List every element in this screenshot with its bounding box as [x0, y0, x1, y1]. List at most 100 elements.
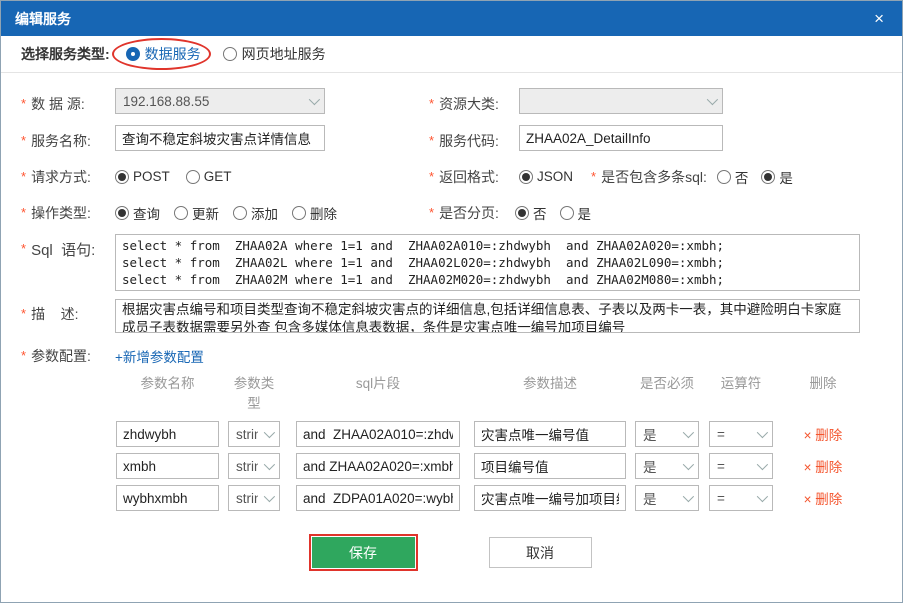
delete-param-link[interactable]: × 删除 — [804, 428, 843, 443]
required-mark: * — [429, 94, 434, 111]
required-mark: * — [591, 167, 596, 184]
cancel-button[interactable]: 取消 — [489, 537, 592, 568]
chevron-down-icon — [683, 427, 694, 438]
radio-unchecked-icon — [292, 206, 306, 220]
paging-label: 是否分页: — [439, 203, 499, 223]
param-name-input[interactable] — [116, 453, 219, 479]
radio-multisql-no-label: 否 — [735, 167, 749, 187]
radio-multisql-no[interactable]: 否 — [717, 167, 749, 187]
close-icon[interactable]: × — [870, 8, 888, 29]
dialog-titlebar: 编辑服务 × — [1, 1, 902, 36]
header-sql-fragment: sql片段 — [296, 372, 460, 412]
service-type-row: 选择服务类型: 数据服务 网页地址服务 — [1, 36, 902, 73]
param-table: 参数名称 参数类型 sql片段 参数描述 是否必须 运算符 删除 string … — [116, 372, 882, 511]
radio-data-service-wrap: 数据服务 — [126, 44, 201, 64]
required-mark: * — [21, 239, 26, 256]
delete-param-link[interactable]: × 删除 — [804, 492, 843, 507]
param-type-select[interactable]: string — [228, 485, 280, 511]
radio-unchecked-icon — [560, 206, 574, 220]
sql-fragment-input[interactable] — [296, 485, 460, 511]
chevron-down-icon — [309, 94, 320, 105]
resource-category-select[interactable] — [519, 88, 723, 114]
radio-op-add[interactable]: 添加 — [233, 203, 278, 223]
required-select[interactable]: 是 — [635, 421, 699, 447]
button-row: 保存 取消 — [21, 537, 882, 568]
param-desc-input[interactable] — [474, 485, 626, 511]
radio-checked-icon — [519, 170, 533, 184]
required-mark: * — [21, 94, 26, 111]
required-mark: * — [21, 304, 26, 321]
radio-web-service[interactable]: 网页地址服务 — [223, 44, 326, 64]
chevron-down-icon — [757, 459, 768, 470]
param-row: string 是 = × 删除 — [116, 421, 882, 447]
radio-paging-no-label: 否 — [533, 203, 547, 223]
radio-op-delete-label: 删除 — [310, 203, 337, 223]
header-param-name: 参数名称 — [116, 372, 219, 412]
header-operator: 运算符 — [709, 372, 773, 412]
radio-unchecked-icon — [174, 206, 188, 220]
data-source-select[interactable]: 192.168.88.55 — [115, 88, 325, 114]
radio-op-delete[interactable]: 删除 — [292, 203, 337, 223]
radio-data-service[interactable]: 数据服务 — [126, 44, 201, 64]
radio-multisql-yes[interactable]: 是 — [761, 167, 793, 187]
request-method-label: 请求方式: — [31, 167, 91, 187]
param-name-input[interactable] — [116, 421, 219, 447]
radio-checked-icon — [126, 47, 140, 61]
param-table-header: 参数名称 参数类型 sql片段 参数描述 是否必须 运算符 删除 — [116, 372, 882, 412]
chevron-down-icon — [707, 94, 718, 105]
radio-paging-no[interactable]: 否 — [515, 203, 547, 223]
radio-op-add-label: 添加 — [251, 203, 278, 223]
param-name-input[interactable] — [116, 485, 219, 511]
return-format-label: 返回格式: — [439, 167, 499, 187]
radio-op-query[interactable]: 查询 — [115, 203, 160, 223]
service-code-input[interactable] — [519, 125, 723, 151]
param-config-label: 参数配置: — [31, 346, 91, 366]
description-textarea[interactable]: 根据灾害点编号和项目类型查询不稳定斜坡灾害点的详细信息,包括详细信息表、子表以及… — [115, 299, 860, 333]
add-param-link[interactable]: +新增参数配置 — [115, 341, 204, 366]
radio-multisql-yes-label: 是 — [779, 167, 793, 187]
required-mark: * — [429, 131, 434, 148]
chevron-down-icon — [683, 459, 694, 470]
required-select[interactable]: 是 — [635, 485, 699, 511]
operator-select[interactable]: = — [709, 421, 773, 447]
operator-select[interactable]: = — [709, 485, 773, 511]
param-type-select[interactable]: string — [228, 453, 280, 479]
radio-get[interactable]: GET — [186, 169, 232, 184]
resource-category-label: 资源大类: — [439, 94, 499, 114]
radio-post-label: POST — [133, 169, 170, 184]
param-desc-input[interactable] — [474, 421, 626, 447]
required-mark: * — [21, 346, 26, 363]
required-mark: * — [429, 167, 434, 184]
radio-op-update[interactable]: 更新 — [174, 203, 219, 223]
required-mark: * — [429, 203, 434, 220]
param-type-select[interactable]: string — [228, 421, 280, 447]
header-param-type: 参数类型 — [228, 372, 280, 412]
data-source-value: 192.168.88.55 — [123, 94, 209, 109]
edit-service-dialog: 编辑服务 × 选择服务类型: 数据服务 网页地址服务 *数 据 源: 192.1… — [0, 0, 903, 603]
operator-select[interactable]: = — [709, 453, 773, 479]
chevron-down-icon — [264, 427, 275, 438]
sql-textarea[interactable]: select * from ZHAA02A where 1=1 and ZHAA… — [115, 234, 860, 291]
radio-post[interactable]: POST — [115, 169, 170, 184]
sql-fragment-input[interactable] — [296, 421, 460, 447]
delete-param-link[interactable]: × 删除 — [804, 460, 843, 475]
chevron-down-icon — [264, 491, 275, 502]
header-param-desc: 参数描述 — [474, 372, 626, 412]
required-select[interactable]: 是 — [635, 453, 699, 479]
radio-get-label: GET — [204, 169, 232, 184]
radio-paging-yes[interactable]: 是 — [560, 203, 592, 223]
chevron-down-icon — [757, 491, 768, 502]
chevron-down-icon — [264, 459, 275, 470]
save-button[interactable]: 保存 — [312, 537, 415, 568]
multi-sql-label: 是否包含多条sql: — [601, 167, 707, 187]
radio-paging-yes-label: 是 — [578, 203, 592, 223]
radio-unchecked-icon — [223, 47, 237, 61]
radio-json-label: JSON — [537, 169, 573, 184]
radio-json[interactable]: JSON — [519, 169, 573, 184]
sql-fragment-input[interactable] — [296, 453, 460, 479]
radio-unchecked-icon — [233, 206, 247, 220]
radio-checked-icon — [115, 206, 129, 220]
header-delete: 删除 — [787, 372, 859, 412]
service-name-input[interactable] — [115, 125, 325, 151]
param-desc-input[interactable] — [474, 453, 626, 479]
